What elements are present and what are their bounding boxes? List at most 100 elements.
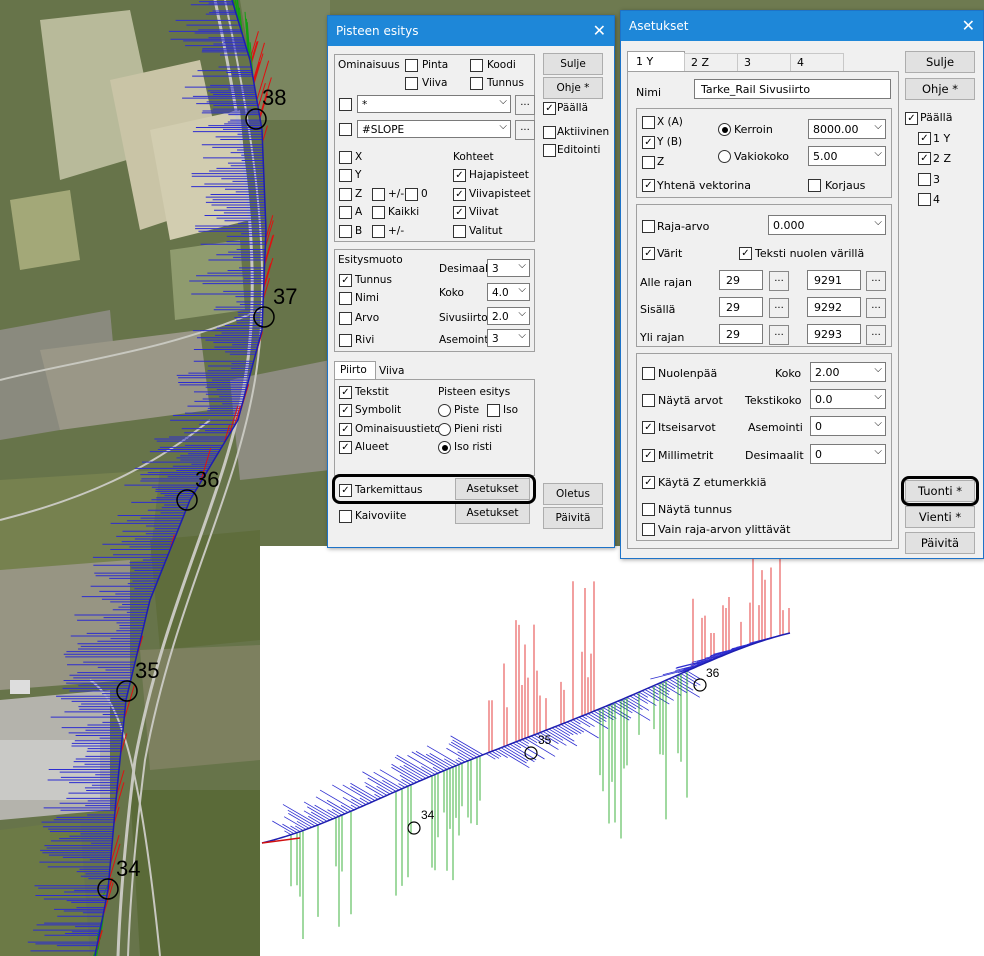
zero-checkbox[interactable] bbox=[405, 188, 418, 201]
nuolenpaa-checkbox[interactable] bbox=[642, 367, 655, 380]
z-pm-checkbox[interactable] bbox=[372, 188, 385, 201]
arvo-checkbox[interactable] bbox=[339, 312, 352, 325]
yli-rajan-b-input[interactable]: 9293 bbox=[807, 324, 861, 344]
ohje-button[interactable]: Ohje * bbox=[543, 77, 603, 99]
tab-viiva[interactable]: Viiva bbox=[376, 363, 410, 379]
close-icon[interactable]: ✕ bbox=[593, 21, 606, 40]
layer-3-checkbox[interactable] bbox=[918, 173, 931, 186]
filter1-browse-button[interactable]: ... bbox=[515, 95, 535, 115]
tab-1y[interactable]: 1 Y bbox=[627, 51, 685, 72]
vienti-button[interactable]: Vienti * bbox=[905, 506, 975, 528]
korjaus-checkbox[interactable] bbox=[808, 179, 821, 192]
alle-rajan-b-browse[interactable]: ... bbox=[866, 271, 886, 291]
viiva-checkbox[interactable] bbox=[405, 77, 418, 90]
y-checkbox[interactable] bbox=[339, 169, 352, 182]
raja-checkbox[interactable] bbox=[642, 220, 655, 233]
title-bar[interactable]: Pisteen esitys ✕ bbox=[328, 16, 614, 46]
koko-select[interactable]: 4.0 bbox=[487, 281, 530, 301]
desimaalit-select[interactable]: 0 bbox=[810, 442, 886, 464]
iso-risti-radio[interactable] bbox=[438, 441, 451, 454]
layer-4-checkbox[interactable] bbox=[918, 193, 931, 206]
yli-rajan-a-browse[interactable]: ... bbox=[769, 325, 789, 345]
vakiokoko-radio[interactable] bbox=[718, 150, 731, 163]
ohje-button[interactable]: Ohje * bbox=[905, 78, 975, 100]
asemointi-select[interactable]: 3 bbox=[487, 327, 530, 347]
koodi-checkbox[interactable] bbox=[470, 59, 483, 72]
yli-rajan-a-input[interactable]: 29 bbox=[719, 324, 763, 344]
tekstikoko-select[interactable]: 0.0 bbox=[810, 387, 886, 409]
desimaalit-select[interactable]: 3 bbox=[487, 257, 530, 277]
tekstit-checkbox[interactable]: ✓ bbox=[339, 386, 352, 399]
yhtena-checkbox[interactable]: ✓ bbox=[642, 179, 655, 192]
nayta-tunnus-checkbox[interactable] bbox=[642, 503, 655, 516]
koko-select[interactable]: 2.00 bbox=[810, 360, 886, 382]
kayta-z-checkbox[interactable]: ✓ bbox=[642, 476, 655, 489]
sisalla-a-input[interactable]: 29 bbox=[719, 297, 763, 317]
kaivoviite-checkbox[interactable] bbox=[339, 510, 352, 523]
alle-rajan-b-input[interactable]: 9291 bbox=[807, 270, 861, 290]
x-checkbox[interactable] bbox=[642, 116, 655, 129]
close-icon[interactable]: ✕ bbox=[962, 16, 975, 35]
kaivoviite-asetukset-button[interactable]: Asetukset bbox=[455, 502, 530, 524]
tunnus-display-checkbox[interactable]: ✓ bbox=[339, 274, 352, 287]
itseisarvot-checkbox[interactable]: ✓ bbox=[642, 421, 655, 434]
millimetrit-checkbox[interactable]: ✓ bbox=[642, 449, 655, 462]
sivusiirto-select[interactable]: 2.0 bbox=[487, 305, 530, 325]
filter2-select[interactable]: #SLOPE bbox=[357, 118, 511, 138]
title-bar[interactable]: Asetukset ✕ bbox=[621, 11, 983, 41]
a-checkbox[interactable] bbox=[339, 206, 352, 219]
oletus-button[interactable]: Oletus bbox=[543, 483, 603, 505]
vain-raja-checkbox[interactable] bbox=[642, 523, 655, 536]
varit-checkbox[interactable]: ✓ bbox=[642, 247, 655, 260]
teksti-nuolen-checkbox[interactable]: ✓ bbox=[739, 247, 752, 260]
paalla-checkbox[interactable]: ✓ bbox=[905, 112, 918, 125]
rivi-checkbox[interactable] bbox=[339, 334, 352, 347]
nimi-checkbox[interactable] bbox=[339, 292, 352, 305]
paalla-checkbox[interactable]: ✓ bbox=[543, 102, 556, 115]
sisalla-b-input[interactable]: 9292 bbox=[807, 297, 861, 317]
y-checkbox[interactable]: ✓ bbox=[642, 136, 655, 149]
sulje-button[interactable]: Sulje bbox=[905, 51, 975, 73]
sisalla-b-browse[interactable]: ... bbox=[866, 298, 886, 318]
yli-rajan-b-browse[interactable]: ... bbox=[866, 325, 886, 345]
tab-3[interactable]: 3 bbox=[737, 53, 791, 73]
kaikki-checkbox[interactable] bbox=[372, 206, 385, 219]
editointi-checkbox[interactable] bbox=[543, 144, 556, 157]
sisalla-a-browse[interactable]: ... bbox=[769, 298, 789, 318]
valitut-checkbox[interactable] bbox=[453, 225, 466, 238]
nimi-input[interactable]: Tarke_Rail Sivusiirto bbox=[694, 79, 891, 99]
alle-rajan-a-input[interactable]: 29 bbox=[719, 270, 763, 290]
kerroin-radio[interactable] bbox=[718, 123, 731, 136]
sulje-button[interactable]: Sulje bbox=[543, 53, 603, 75]
filter1-checkbox[interactable] bbox=[339, 98, 352, 111]
b-checkbox[interactable] bbox=[339, 225, 352, 238]
layer-2z-checkbox[interactable]: ✓ bbox=[918, 152, 931, 165]
filter1-select[interactable]: * bbox=[357, 93, 511, 113]
ominaisuustieto-checkbox[interactable]: ✓ bbox=[339, 423, 352, 436]
tab-2z[interactable]: 2 Z bbox=[684, 53, 738, 73]
paivita-button[interactable]: Päivitä bbox=[905, 532, 975, 554]
x-checkbox[interactable] bbox=[339, 151, 352, 164]
piste-radio[interactable] bbox=[438, 404, 451, 417]
asemointi-select[interactable]: 0 bbox=[810, 414, 886, 436]
filter2-checkbox[interactable] bbox=[339, 123, 352, 136]
vakiokoko-select[interactable]: 5.00 bbox=[808, 144, 886, 166]
layer-1y-checkbox[interactable]: ✓ bbox=[918, 132, 931, 145]
alueet-checkbox[interactable]: ✓ bbox=[339, 441, 352, 454]
nayta-arvot-checkbox[interactable] bbox=[642, 394, 655, 407]
iso-checkbox[interactable] bbox=[487, 404, 500, 417]
hajapisteet-checkbox[interactable]: ✓ bbox=[453, 169, 466, 182]
b-pm-checkbox[interactable] bbox=[372, 225, 385, 238]
alle-rajan-a-browse[interactable]: ... bbox=[769, 271, 789, 291]
viivat-checkbox[interactable]: ✓ bbox=[453, 206, 466, 219]
aktiivinen-checkbox[interactable] bbox=[543, 126, 556, 139]
tunnus-checkbox[interactable] bbox=[470, 77, 483, 90]
pinta-checkbox[interactable] bbox=[405, 59, 418, 72]
raja-select[interactable]: 0.000 bbox=[768, 213, 886, 235]
symbolit-checkbox[interactable]: ✓ bbox=[339, 404, 352, 417]
pieni-risti-radio[interactable] bbox=[438, 423, 451, 436]
z-checkbox[interactable] bbox=[339, 188, 352, 201]
z-checkbox[interactable] bbox=[642, 156, 655, 169]
tab-4[interactable]: 4 bbox=[790, 53, 844, 73]
viivapisteet-checkbox[interactable]: ✓ bbox=[453, 188, 466, 201]
